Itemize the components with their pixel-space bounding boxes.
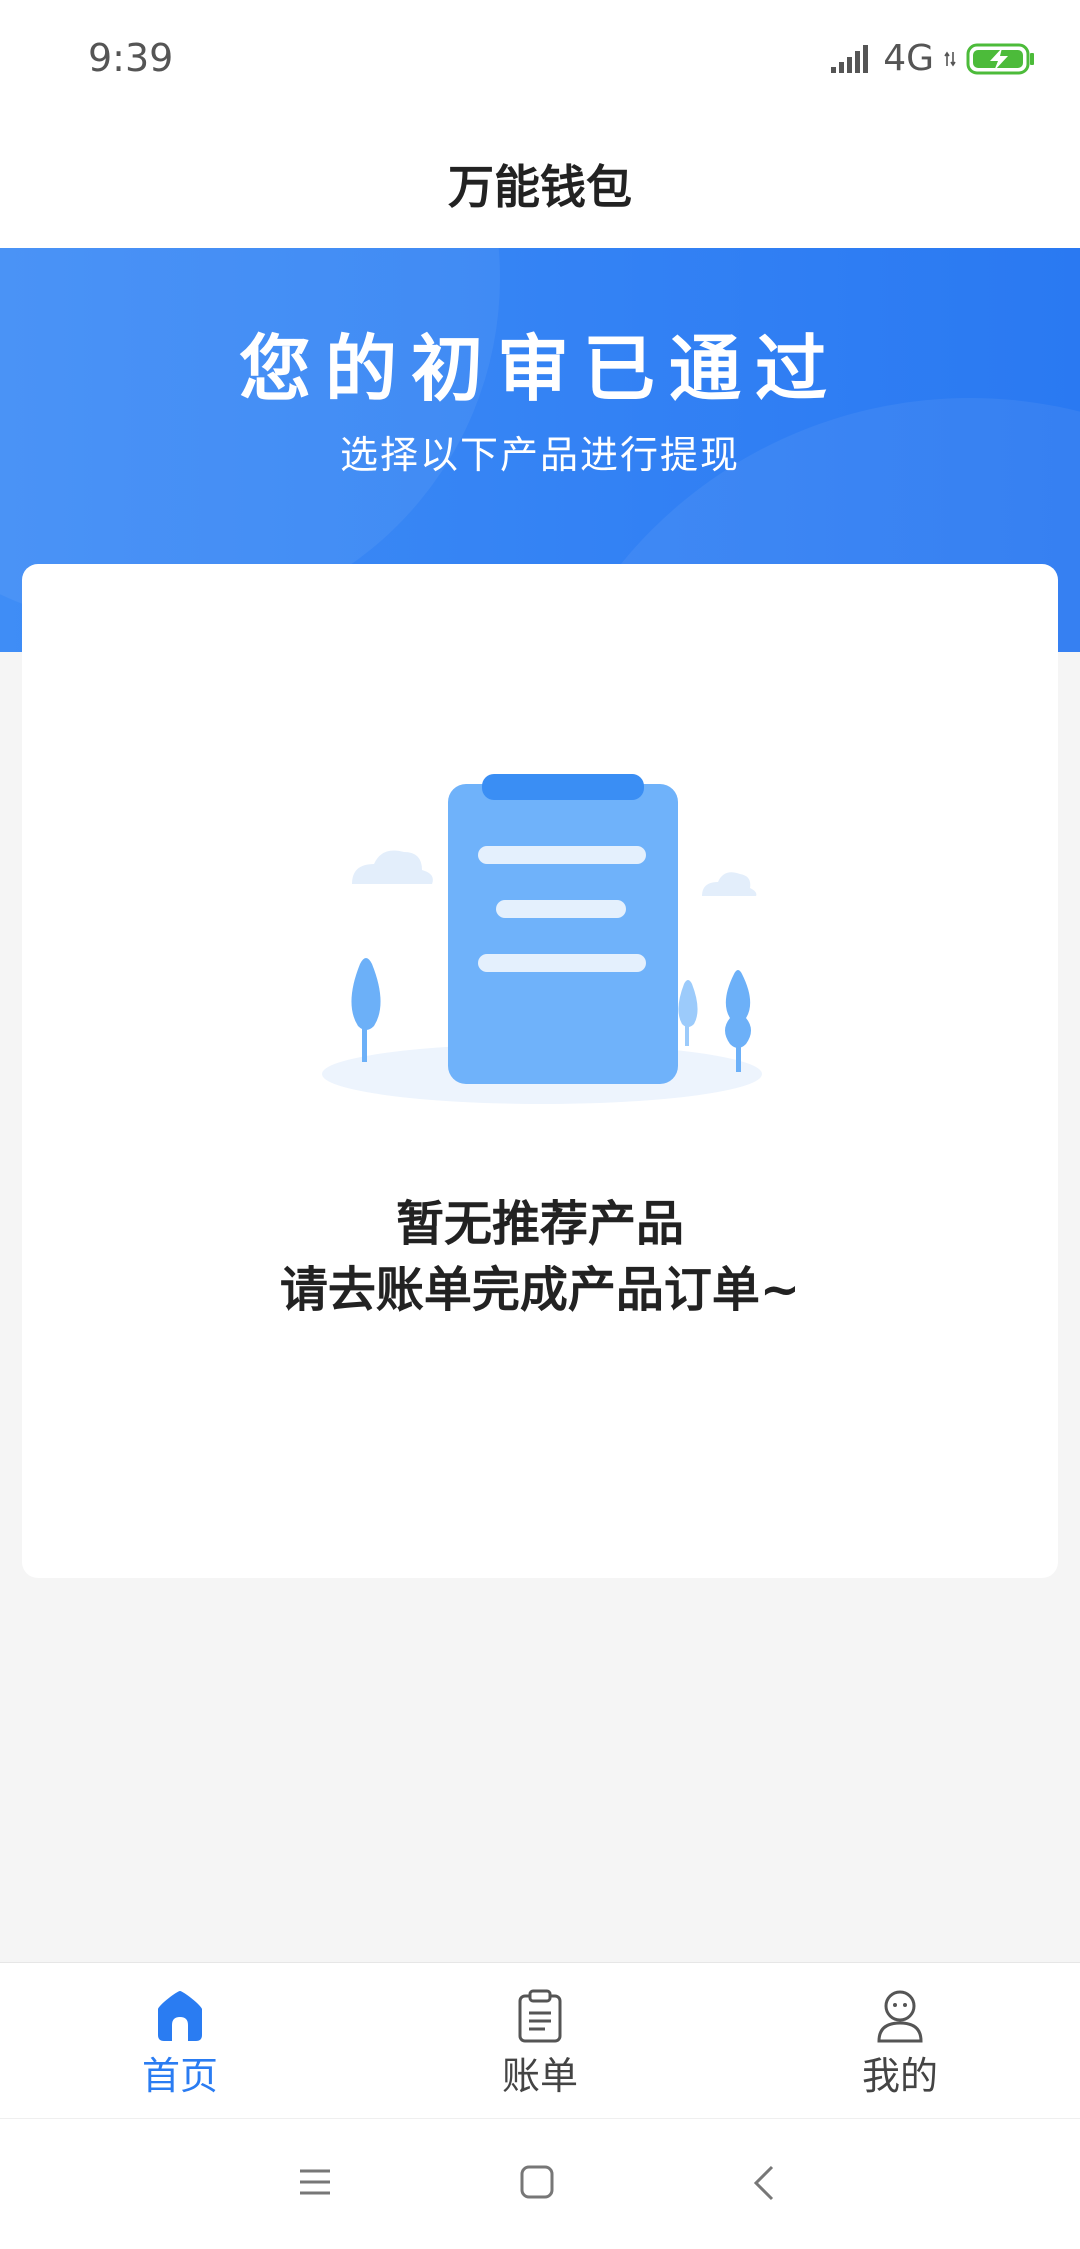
home-icon — [158, 1990, 202, 2041]
menu-icon[interactable] — [298, 2165, 332, 2199]
tab-label: 账单 — [501, 2053, 578, 2098]
status-icons: 4G — [829, 38, 1036, 79]
empty-state-description: 请去账单完成产品订单~ — [279, 1262, 801, 1318]
user-icon — [877, 1990, 923, 2042]
back-icon[interactable] — [752, 2165, 776, 2201]
empty-state-title: 暂无推荐产品 — [395, 1196, 684, 1252]
data-arrows-icon — [944, 51, 956, 66]
hero-title: 您的初审已通过 — [238, 327, 841, 411]
app-header: 万能钱包 — [0, 120, 1080, 248]
tab-label: 首页 — [141, 2053, 218, 2098]
network-type: 4G — [883, 38, 934, 79]
empty-clipboard-illustration — [322, 774, 762, 1104]
hero-subtitle: 选择以下产品进行提现 — [339, 433, 740, 477]
signal-icon — [831, 44, 869, 73]
status-time: 9:39 — [88, 36, 174, 80]
status-bar: 9:39 4G — [0, 0, 1080, 120]
page-title: 万能钱包 — [448, 160, 632, 214]
home-square-icon[interactable] — [520, 2165, 554, 2199]
clipboard-icon — [518, 1989, 562, 2042]
product-card: 暂无推荐产品 请去账单完成产品订单~ — [22, 564, 1058, 1578]
tab-label: 我的 — [861, 2053, 938, 2098]
bottom-tab-bar: 首页 账单 我的 — [0, 1962, 1080, 2119]
battery-charging-icon — [966, 43, 1034, 74]
tab-home[interactable]: 首页 — [0, 1963, 360, 2119]
tab-mine[interactable]: 我的 — [720, 1963, 1080, 2119]
tab-bills[interactable]: 账单 — [360, 1963, 720, 2119]
system-nav-bar — [0, 2118, 1080, 2249]
